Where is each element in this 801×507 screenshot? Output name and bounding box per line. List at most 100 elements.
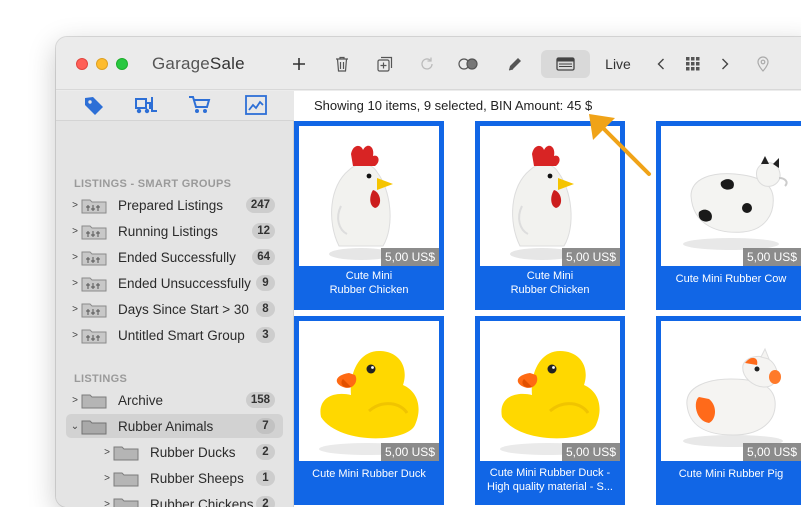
view-mode-button[interactable] (541, 50, 590, 78)
toggle-icon (458, 58, 478, 70)
product-image: 5,00 US$ (299, 321, 439, 461)
grid-view-button[interactable] (683, 51, 703, 77)
location-icon (757, 56, 769, 72)
folder-icon (113, 470, 139, 487)
live-button[interactable]: Live (602, 51, 634, 77)
view-icon (556, 57, 575, 71)
chevron-right-icon[interactable]: > (102, 447, 112, 458)
delete-button[interactable] (332, 51, 352, 77)
listing-title: Cute Mini Rubber Pig (660, 467, 801, 481)
sidebar-item-running-listings[interactable]: > Running Listings 12 (66, 219, 283, 243)
sidebar: LISTINGS - SMART GROUPS > Prepared Listi… (56, 91, 294, 507)
sidebar-item-rubber-chickens[interactable]: > Rubber Chickens 2 (66, 492, 283, 507)
rubber-chicken-image (299, 126, 439, 266)
chevron-down-icon[interactable]: ⌄ (70, 421, 80, 432)
forklift-icon (134, 95, 158, 115)
product-image: 5,00 US$ (299, 126, 439, 266)
smart-folder-icon (81, 249, 107, 266)
listing-card[interactable]: 5,00 US$ Cute Mini Rubber Cow (656, 121, 801, 310)
count-badge: 8 (256, 301, 275, 317)
count-badge: 2 (256, 496, 275, 507)
listing-card[interactable]: 5,00 US$ Cute MiniRubber Chicken (294, 121, 444, 310)
add-listing-button[interactable] (290, 51, 308, 77)
toggle-button[interactable] (457, 51, 479, 77)
sidebar-item-archive[interactable]: > Archive 158 (66, 388, 283, 412)
product-image: 5,00 US$ (661, 126, 801, 266)
annotation-arrow-icon (583, 108, 655, 180)
sidebar-item-days-since-start[interactable]: > Days Since Start > 30 8 (66, 297, 283, 321)
status-summary: Showing 10 items, 9 selected, BIN Amount… (314, 98, 592, 113)
product-image: 5,00 US$ (480, 321, 620, 461)
sidebar-item-untitled-smart-group[interactable]: > Untitled Smart Group 3 (66, 323, 283, 347)
folder-icon (81, 392, 107, 409)
previous-button[interactable] (654, 51, 668, 77)
chevron-right-icon[interactable]: > (102, 473, 112, 484)
sidebar-item-rubber-ducks[interactable]: > Rubber Ducks 2 (66, 440, 283, 464)
tab-inventory[interactable] (134, 94, 158, 116)
folder-icon (81, 418, 107, 435)
count-badge: 2 (256, 444, 275, 460)
price-tag: 5,00 US$ (743, 248, 801, 266)
listing-card[interactable]: 5,00 US$ Cute Mini Rubber Pig (656, 316, 801, 505)
listing-title: Cute MiniRubber Chicken (298, 269, 440, 297)
product-image: 5,00 US$ (661, 321, 801, 461)
count-badge: 12 (252, 223, 275, 239)
minimize-window-button[interactable] (96, 58, 108, 70)
price-tag: 5,00 US$ (562, 248, 620, 266)
listing-title: Cute Mini Rubber Duck (298, 467, 440, 481)
price-tag: 5,00 US$ (381, 443, 439, 461)
chevron-right-icon[interactable]: > (102, 499, 112, 507)
chevron-right-icon[interactable]: > (70, 278, 80, 289)
sidebar-item-rubber-animals[interactable]: ⌄ Rubber Animals 7 (66, 414, 283, 438)
sidebar-item-prepared-listings[interactable]: > Prepared Listings 247 (66, 193, 283, 217)
chevron-right-icon[interactable]: > (70, 200, 80, 211)
app-title: GarageSale (152, 54, 245, 74)
rubber-duck-image (480, 321, 620, 461)
chevron-right-icon[interactable]: > (70, 330, 80, 341)
listing-card[interactable]: 5,00 US$ Cute Mini Rubber Duck -High qua… (475, 316, 625, 505)
listing-card[interactable]: 5,00 US$ Cute Mini Rubber Duck (294, 316, 444, 505)
sidebar-item-ended-unsuccessfully[interactable]: > Ended Unsuccessfully 9 (66, 271, 283, 295)
listing-title: Cute Mini Rubber Duck -High quality mate… (479, 466, 621, 494)
count-badge: 247 (246, 197, 275, 213)
tab-statistics[interactable] (244, 94, 268, 116)
rubber-pig-image (661, 321, 801, 461)
folder-icon (113, 444, 139, 461)
sidebar-item-ended-successfully[interactable]: > Ended Successfully 64 (66, 245, 283, 269)
tab-listings[interactable] (82, 94, 106, 116)
smart-folder-icon (81, 197, 107, 214)
duplicate-button[interactable] (374, 51, 396, 77)
price-tag: 5,00 US$ (562, 443, 620, 461)
price-tag: 5,00 US$ (743, 443, 801, 461)
chevron-right-icon[interactable]: > (70, 395, 80, 406)
sidebar-item-rubber-sheeps[interactable]: > Rubber Sheeps 1 (66, 466, 283, 490)
chevron-right-icon[interactable]: > (70, 252, 80, 263)
plus-icon (292, 57, 306, 71)
zoom-window-button[interactable] (116, 58, 128, 70)
chevron-right-icon[interactable]: > (70, 226, 80, 237)
smart-folder-icon (81, 327, 107, 344)
chevron-right-icon (721, 58, 729, 70)
smart-folder-icon (81, 223, 107, 240)
smart-folder-icon (81, 275, 107, 292)
listings-header: LISTINGS (74, 373, 127, 385)
close-window-button[interactable] (76, 58, 88, 70)
refresh-icon (419, 56, 435, 72)
refresh-button[interactable] (417, 51, 437, 77)
tab-orders[interactable] (188, 94, 212, 116)
listing-title: Cute MiniRubber Chicken (479, 269, 621, 297)
rubber-duck-image (299, 321, 439, 461)
next-button[interactable] (718, 51, 732, 77)
location-button[interactable] (754, 51, 772, 77)
cart-icon (188, 95, 212, 115)
chevron-right-icon[interactable]: > (70, 304, 80, 315)
listing-title: Cute Mini Rubber Cow (660, 272, 801, 286)
toolbar: GarageSale Live (56, 37, 801, 90)
count-badge: 9 (256, 275, 275, 291)
smart-folder-icon (81, 301, 107, 318)
grid-icon (686, 57, 700, 71)
listing-grid: Showing 10 items, 9 selected, BIN Amount… (294, 91, 801, 507)
trash-icon (335, 56, 349, 72)
chevron-left-icon (657, 58, 665, 70)
edit-button[interactable] (504, 51, 524, 77)
